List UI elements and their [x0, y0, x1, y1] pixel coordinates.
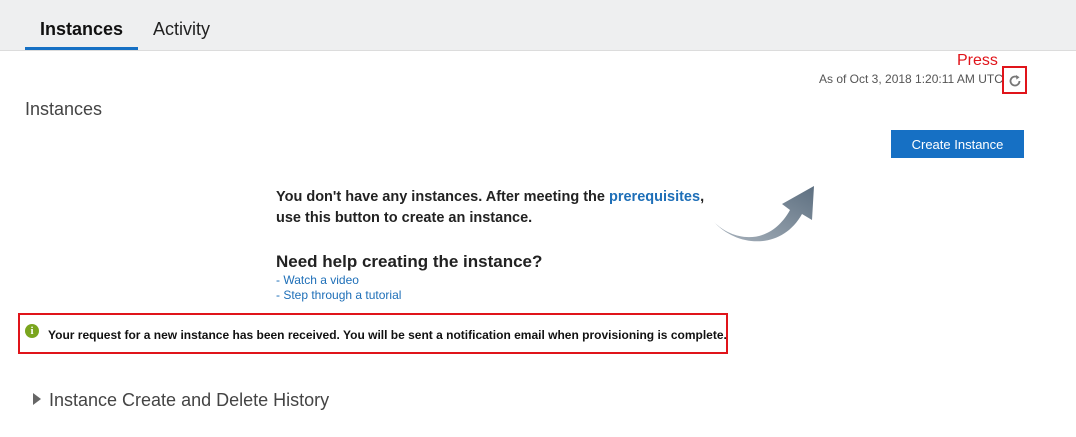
create-instance-label: Create Instance — [911, 136, 1004, 152]
tab-instances[interactable]: Instances — [40, 19, 123, 40]
press-annotation: Press — [957, 52, 998, 69]
empty-state-line2: use this button to create an instance. — [276, 210, 533, 226]
refresh-icon[interactable] — [1008, 74, 1022, 88]
help-heading: Need help creating the instance? — [276, 252, 543, 271]
empty-state-text: You don't have any instances. After meet… — [276, 189, 609, 205]
create-instance-button[interactable]: Create Instance — [891, 130, 1024, 158]
tutorial-link[interactable]: - Step through a tutorial — [276, 288, 401, 302]
tab-bar: Instances Activity — [0, 0, 1076, 51]
history-label: Instance Create and Delete History — [49, 390, 330, 410]
active-tab-indicator — [25, 47, 138, 50]
empty-state-message: You don't have any instances. After meet… — [276, 187, 746, 229]
prerequisites-link[interactable]: prerequisites — [609, 189, 700, 205]
curved-arrow-icon — [714, 186, 814, 242]
tab-activity[interactable]: Activity — [153, 19, 210, 40]
info-icon: i — [25, 324, 39, 338]
last-updated-timestamp: As of Oct 3, 2018 1:20:11 AM UTC — [819, 72, 1003, 86]
expand-triangle-icon — [33, 393, 41, 405]
empty-state-comma: , — [700, 189, 705, 205]
notice-text: Your request for a new instance has been… — [48, 328, 727, 342]
page-title: Instances — [25, 99, 103, 119]
watch-video-link[interactable]: - Watch a video — [276, 273, 359, 287]
request-received-notice: i Your request for a new instance has be… — [18, 313, 728, 354]
refresh-highlight-box — [1002, 66, 1027, 94]
